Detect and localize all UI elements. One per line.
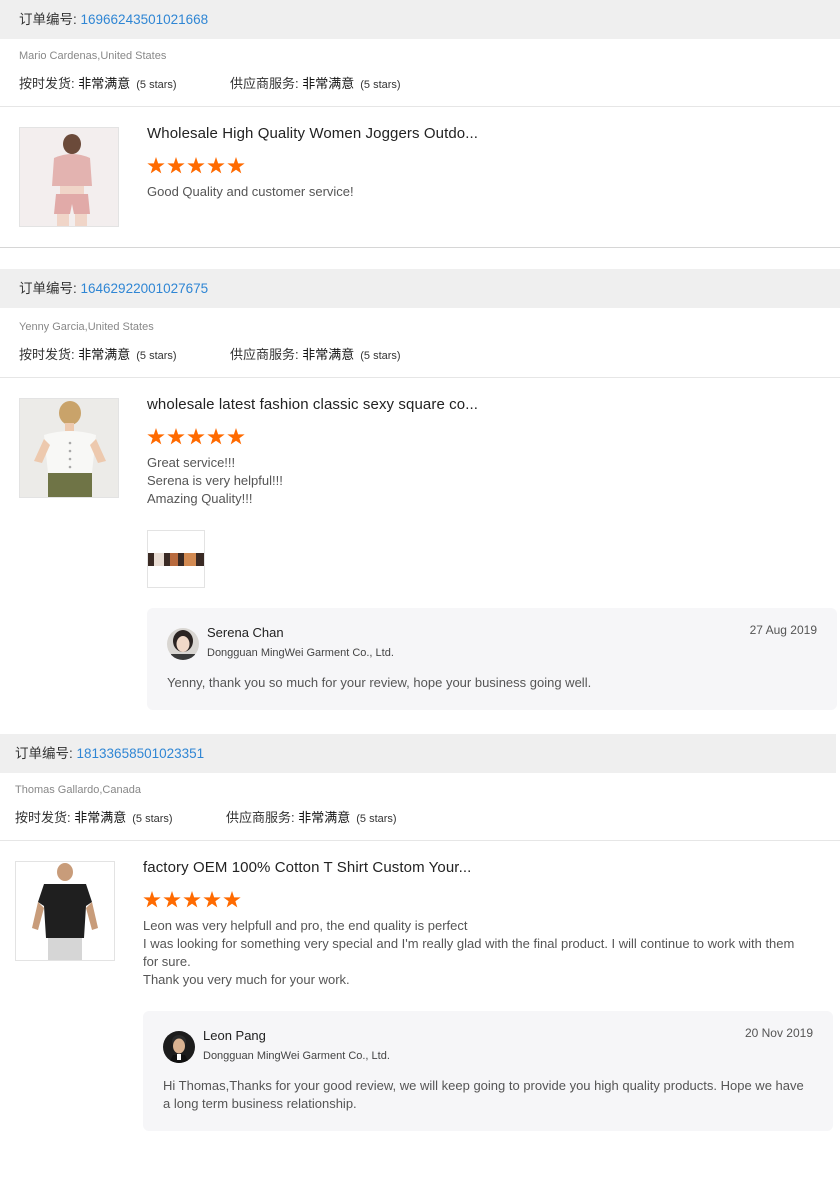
buyer-name: Mario Cardenas,United States (19, 50, 167, 62)
product-title-link[interactable]: Wholesale High Quality Women Joggers Out… (147, 125, 478, 142)
star-icon (183, 891, 201, 908)
order-header: 订单编号: 16966243501021668 (0, 0, 840, 39)
order-number-link[interactable]: 18133658501023351 (77, 746, 205, 761)
reply-company-name: Dongguan MingWei Garment Co., Ltd. (203, 1050, 390, 1062)
star-icon (187, 157, 205, 174)
review-comment: Good Quality and customer service! (147, 184, 354, 199)
star-icon (163, 891, 181, 908)
review-comment-line: Amazing Quality!!! (147, 491, 253, 506)
review-comment-line: Leon was very helpfull and pro, the end … (143, 918, 468, 933)
avatar-image (163, 1031, 195, 1063)
product-thumbnail[interactable] (19, 398, 119, 498)
ontime-delivery-label: 按时发货: (15, 810, 75, 825)
star-rating (143, 891, 241, 909)
star-icon (207, 157, 225, 174)
supplier-service-label: 供应商服务: (230, 347, 303, 362)
reply-text: Yenny, thank you so much for your review… (167, 675, 592, 690)
ontime-delivery-rating: 按时发货: 非常满意 (5 stars) (15, 807, 173, 826)
order-number-label: 订单编号: (19, 12, 81, 27)
product-thumbnail[interactable] (19, 127, 119, 227)
star-rating (147, 428, 245, 446)
supplier-reply: Serena Chan Dongguan MingWei Garment Co.… (147, 608, 837, 710)
ontime-delivery-value: 非常满意 (74, 810, 127, 825)
review-comment-line: I was looking for something very special… (143, 936, 795, 969)
supplier-service-stars: (5 stars) (356, 813, 397, 825)
star-icon (227, 157, 245, 174)
product-image-black-tshirt (16, 862, 114, 960)
review-comment: Leon was very helpfull and pro, the end … (143, 917, 803, 989)
review-comment-line: Thank you very much for your work. (143, 972, 350, 987)
avatar (163, 1031, 195, 1063)
supplier-service-stars: (5 stars) (360, 79, 401, 91)
supplier-service-stars: (5 stars) (360, 350, 401, 362)
review-comment-line: Serena is very helpful!!! (147, 473, 283, 488)
star-icon (147, 157, 165, 174)
buyer-name: Thomas Gallardo,Canada (15, 784, 141, 796)
ontime-delivery-rating: 按时发货: 非常满意 (5 stars) (19, 344, 177, 363)
reply-author-name: Serena Chan (207, 625, 284, 640)
supplier-service-value: 非常满意 (298, 810, 351, 825)
ontime-delivery-value: 非常满意 (78, 76, 131, 91)
star-icon (207, 428, 225, 445)
avatar-image (167, 628, 199, 660)
reply-company-name: Dongguan MingWei Garment Co., Ltd. (207, 647, 394, 659)
order-number-link[interactable]: 16966243501021668 (81, 12, 209, 27)
order-header: 订单编号: 18133658501023351 (0, 734, 836, 773)
supplier-service-rating: 供应商服务: 非常满意 (5 stars) (230, 344, 401, 363)
supplier-service-value: 非常满意 (302, 76, 355, 91)
review-comment-line: Great service!!! (147, 455, 236, 470)
order-number-label: 订单编号: (19, 281, 81, 296)
ontime-delivery-value: 非常满意 (78, 347, 131, 362)
reply-text: Hi Thomas,Thanks for your good review, w… (163, 1078, 804, 1111)
star-icon (167, 428, 185, 445)
ontime-delivery-label: 按时发货: (19, 347, 79, 362)
product-thumbnail[interactable] (15, 861, 115, 961)
review-divider (0, 247, 840, 248)
star-rating (147, 157, 245, 175)
star-icon (227, 428, 245, 445)
star-icon (167, 157, 185, 174)
product-image-pink-joggers (20, 128, 118, 226)
ontime-delivery-label: 按时发货: (19, 76, 79, 91)
star-icon (143, 891, 161, 908)
ontime-delivery-rating: 按时发货: 非常满意 (5 stars) (19, 73, 177, 92)
ontime-delivery-stars: (5 stars) (136, 350, 177, 362)
star-icon (147, 428, 165, 445)
buyer-info: Thomas Gallardo,Canada 按时发货: 非常满意 (5 star… (0, 773, 840, 841)
buyer-name: Yenny Garcia,United States (19, 321, 154, 333)
buyer-info: Mario Cardenas,United States 按时发货: 非常满意 (… (0, 39, 840, 107)
star-icon (223, 891, 241, 908)
ontime-delivery-stars: (5 stars) (132, 813, 173, 825)
reply-date: 20 Nov 2019 (744, 1026, 813, 1040)
reply-author-name: Leon Pang (203, 1028, 266, 1043)
ontime-delivery-stars: (5 stars) (136, 79, 177, 91)
order-number-label: 订单编号: (15, 746, 77, 761)
star-icon (203, 891, 221, 908)
product-title-link[interactable]: factory OEM 100% Cotton T Shirt Custom Y… (143, 859, 471, 876)
order-header: 订单编号: 16462922001027675 (0, 269, 840, 308)
supplier-reply: Leon Pang Dongguan MingWei Garment Co., … (143, 1011, 833, 1131)
supplier-service-label: 供应商服务: (230, 76, 303, 91)
product-title-link[interactable]: wholesale latest fashion classic sexy sq… (147, 396, 478, 413)
avatar (167, 628, 199, 660)
product-image-white-top (20, 399, 118, 497)
supplier-service-value: 非常满意 (302, 347, 355, 362)
reply-date: 27 Aug 2019 (749, 623, 817, 637)
supplier-service-rating: 供应商服务: 非常满意 (5 stars) (230, 73, 401, 92)
supplier-service-rating: 供应商服务: 非常满意 (5 stars) (226, 807, 397, 826)
review-comment: Great service!!! Serena is very helpful!… (147, 454, 283, 508)
attachment-photo (148, 531, 204, 587)
supplier-service-label: 供应商服务: (226, 810, 299, 825)
order-number-link[interactable]: 16462922001027675 (81, 281, 209, 296)
buyer-info: Yenny Garcia,United States 按时发货: 非常满意 (5 … (0, 308, 840, 378)
review-attachment-image[interactable] (147, 530, 205, 588)
star-icon (187, 428, 205, 445)
